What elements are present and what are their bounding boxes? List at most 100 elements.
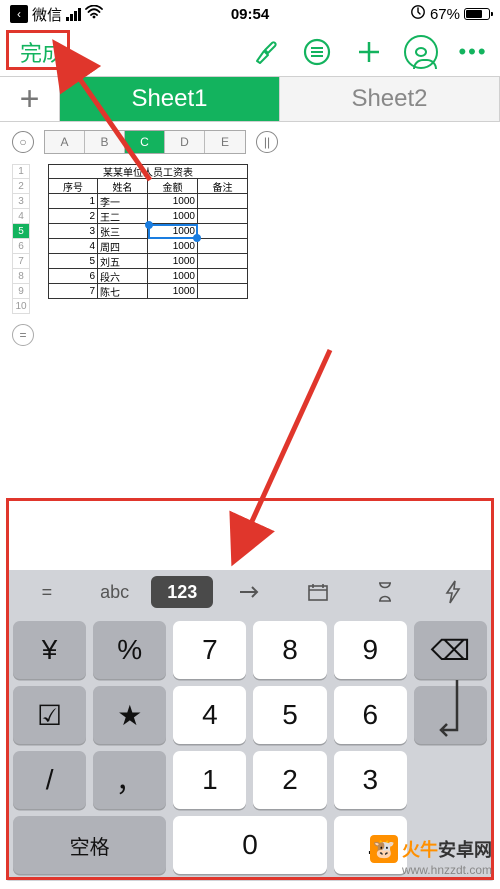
cell[interactable]: 1000 (148, 284, 198, 299)
cell[interactable]: 备注 (198, 179, 248, 194)
tab-sheet1[interactable]: Sheet1 (60, 77, 280, 121)
formula-button[interactable]: = (12, 324, 34, 346)
col-header-e[interactable]: E (205, 131, 245, 153)
key-8[interactable]: 8 (253, 621, 326, 679)
watermark-url: www.hnzzdt.com (370, 863, 492, 877)
more-icon[interactable]: ••• (456, 35, 490, 69)
cell[interactable]: 1000 (148, 239, 198, 254)
cell[interactable]: 姓名 (98, 179, 148, 194)
col-header-b[interactable]: B (85, 131, 125, 153)
kb-date-icon[interactable] (287, 576, 349, 608)
cell[interactable]: 2 (48, 209, 98, 224)
cell[interactable]: 段六 (98, 269, 148, 284)
carrier-label: 微信 (32, 4, 62, 25)
add-icon[interactable] (352, 35, 386, 69)
row-header[interactable]: 9 (12, 284, 30, 299)
key-percent[interactable]: % (93, 621, 166, 679)
cell[interactable] (198, 224, 248, 239)
key-7[interactable]: 7 (173, 621, 246, 679)
key-9[interactable]: 9 (334, 621, 407, 679)
kb-mode-equals[interactable]: = (16, 576, 78, 608)
row-header[interactable]: 6 (12, 239, 30, 254)
key-4[interactable]: 4 (173, 686, 246, 744)
app-header: 完成 ••• (0, 28, 500, 76)
sheet-tabs: + Sheet1 Sheet2 (0, 76, 500, 122)
format-brush-icon[interactable] (248, 35, 282, 69)
grid[interactable]: 某某单位人员工资表 序号 姓名 金额 备注 1 李一 1000 2 王二 100… (48, 164, 248, 314)
watermark-logo-icon: 🐮 (370, 835, 398, 863)
cell[interactable]: 周四 (98, 239, 148, 254)
cell[interactable]: 1 (48, 194, 98, 209)
key-return[interactable] (414, 686, 487, 744)
cell[interactable]: 序号 (48, 179, 98, 194)
key-2[interactable]: 2 (253, 751, 326, 809)
key-3[interactable]: 3 (334, 751, 407, 809)
key-0[interactable]: 0 (173, 816, 326, 874)
cell[interactable]: 1000 (148, 254, 198, 269)
kb-tab-icon[interactable] (219, 576, 281, 608)
cell[interactable] (198, 269, 248, 284)
cell[interactable]: 1000 (148, 224, 198, 239)
kb-hourglass-icon[interactable] (355, 576, 417, 608)
cell[interactable] (198, 254, 248, 269)
row-header[interactable]: 1 (12, 164, 30, 179)
key-6[interactable]: 6 (334, 686, 407, 744)
col-header-d[interactable]: D (165, 131, 205, 153)
cell[interactable]: 4 (48, 239, 98, 254)
row-header[interactable]: 3 (12, 194, 30, 209)
wifi-icon (85, 5, 103, 23)
key-slash[interactable]: / (13, 751, 86, 809)
cell[interactable]: 3 (48, 224, 98, 239)
key-5[interactable]: 5 (253, 686, 326, 744)
tab-sheet2[interactable]: Sheet2 (280, 77, 500, 121)
cell[interactable]: 陈七 (98, 284, 148, 299)
cell[interactable]: 5 (48, 254, 98, 269)
filter-menu-icon[interactable] (300, 35, 334, 69)
done-button[interactable]: 完成 (10, 32, 74, 72)
key-1[interactable]: 1 (173, 751, 246, 809)
cell[interactable]: 1000 (148, 209, 198, 224)
back-chevron-icon[interactable]: ‹ (10, 5, 28, 23)
key-space[interactable]: 空格 (13, 816, 166, 874)
cell[interactable]: 王二 (98, 209, 148, 224)
row-header[interactable]: 5 (12, 224, 30, 239)
cell[interactable]: 金额 (148, 179, 198, 194)
cell[interactable] (198, 194, 248, 209)
cell[interactable] (198, 239, 248, 254)
keyboard-toolbar: = abc 123 (6, 570, 494, 614)
kb-mode-abc[interactable]: abc (84, 576, 146, 608)
cell[interactable]: 张三 (98, 224, 148, 239)
cell[interactable] (198, 209, 248, 224)
row-header[interactable]: 4 (12, 209, 30, 224)
clock: 09:54 (231, 6, 269, 23)
col-header-a[interactable]: A (45, 131, 85, 153)
avatar-icon[interactable] (404, 35, 438, 69)
cell[interactable]: 7 (48, 284, 98, 299)
cell[interactable]: 1000 (148, 269, 198, 284)
kb-bolt-icon[interactable] (422, 576, 484, 608)
col-insert-handle[interactable]: || (256, 131, 278, 153)
row-header[interactable]: 10 (12, 299, 30, 314)
cell[interactable]: 李一 (98, 194, 148, 209)
cell[interactable]: 1000 (148, 194, 198, 209)
key-star[interactable]: ★ (93, 686, 166, 744)
signal-icon (66, 8, 81, 21)
row-header[interactable]: 7 (12, 254, 30, 269)
col-header-c[interactable]: C (125, 131, 165, 153)
battery-label: 67% (430, 6, 460, 23)
key-checkbox[interactable]: ☑ (13, 686, 86, 744)
key-yen[interactable]: ¥ (13, 621, 86, 679)
cell[interactable]: 刘五 (98, 254, 148, 269)
row-header[interactable]: 8 (12, 269, 30, 284)
add-sheet-button[interactable]: + (0, 77, 60, 121)
status-bar: ‹ 微信 09:54 67% (0, 0, 500, 28)
cell-title[interactable]: 某某单位人员工资表 (48, 164, 248, 179)
spreadsheet-area: 1 2 3 4 5 6 7 8 9 10 某某单位人员工资表 序号 姓名 金额 … (0, 162, 500, 314)
row-insert-handle[interactable]: ○ (12, 131, 34, 153)
kb-mode-123[interactable]: 123 (151, 576, 213, 608)
cell[interactable]: 6 (48, 269, 98, 284)
key-comma[interactable]: ， (93, 751, 166, 809)
row-header[interactable]: 2 (12, 179, 30, 194)
cell[interactable] (198, 284, 248, 299)
watermark: 🐮 火牛安卓网 www.hnzzdt.com (370, 835, 492, 877)
